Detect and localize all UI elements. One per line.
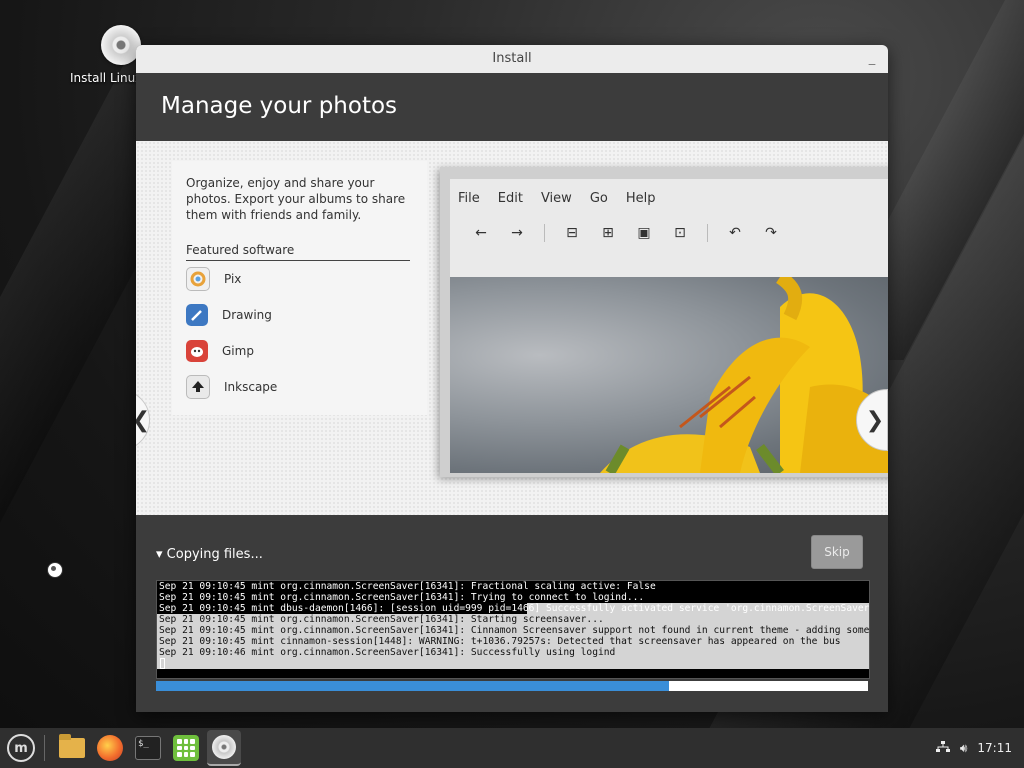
app-drawing: Drawing [186, 297, 413, 333]
files-launcher[interactable] [55, 731, 89, 765]
installer-task[interactable] [207, 730, 241, 766]
screenshot-toolbar: ← → ⊟ ⊞ ▣ ⊡ ↶ ↷ [450, 217, 888, 249]
menu-file: File [458, 190, 480, 206]
zoom-out-icon: ⊟ [566, 225, 578, 241]
window-title: Install [492, 51, 532, 66]
log-line: Sep 21 09:10:45 mint org.cinnamon.Screen… [159, 592, 645, 603]
network-icon[interactable] [935, 740, 950, 756]
busy-cursor-icon [47, 562, 63, 578]
system-tray: 🔊︎ 17:11 [926, 740, 1024, 756]
text-cursor [160, 658, 165, 669]
terminal-launcher[interactable]: $_ [131, 731, 165, 765]
firefox-launcher[interactable] [93, 731, 127, 765]
app-label: Inkscape [224, 380, 278, 394]
log-line: Sep 21 09:10:45 mint org.cinnamon.Screen… [157, 614, 869, 625]
rotate-left-icon: ↶ [729, 225, 741, 241]
volume-icon[interactable]: 🔊︎ [960, 741, 968, 756]
log-line: Sep 21 09:10:46 mint org.cinnamon.Screen… [157, 647, 869, 658]
install-status[interactable]: ▾ Copying files... [156, 547, 263, 562]
install-progress-bar [156, 681, 868, 691]
slide-heading: Manage your photos [136, 73, 888, 141]
zoom-in-icon: ⊞ [602, 225, 614, 241]
previous-slide-button[interactable]: ❮ [136, 389, 150, 451]
skip-button[interactable]: Skip [811, 535, 863, 569]
log-line: Sep 21 09:10:45 mint cinnamon-session[14… [157, 636, 869, 647]
lily-photo [450, 277, 888, 473]
info-panel: Organize, enjoy and share your photos. E… [172, 161, 427, 415]
firefox-icon [97, 735, 123, 761]
inkscape-icon [186, 375, 210, 399]
menu-go: Go [589, 190, 608, 206]
clock[interactable]: 17:11 [977, 741, 1012, 755]
taskbar-divider [44, 735, 45, 761]
slideshow: Organize, enjoy and share your photos. E… [136, 141, 888, 515]
mint-logo-icon: m [7, 734, 35, 762]
window-titlebar[interactable]: Install _ [136, 45, 888, 73]
taskbar: m $_ 🔊︎ 17:11 [0, 728, 1024, 768]
menu-edit: Edit [497, 190, 523, 206]
menu-button[interactable]: m [4, 731, 38, 765]
app-inkscape: Inkscape [186, 369, 413, 405]
zoom-original-icon: ▣ [637, 225, 651, 241]
installer-window: Install _ Manage your photos Organize, e… [136, 45, 888, 712]
menu-help: Help [625, 190, 656, 206]
disc-icon [101, 25, 141, 65]
gimp-icon [186, 340, 208, 362]
grid-app-icon [173, 735, 199, 761]
zoom-fit-icon: ⊡ [674, 225, 686, 241]
screenshot-menubar: File Edit View Go Help [450, 179, 888, 217]
log-line: Sep 21 09:10:45 mint org.cinnamon.Screen… [157, 625, 870, 636]
featured-software-title: Featured software [186, 243, 410, 261]
install-log[interactable]: Sep 21 09:10:45 mint org.cinnamon.Screen… [156, 580, 870, 679]
slide-description: Organize, enjoy and share your photos. E… [186, 176, 406, 222]
forward-arrow-icon: → [511, 225, 523, 241]
minimize-button[interactable]: _ [866, 45, 878, 73]
progress-fill [156, 681, 669, 691]
calculator-launcher[interactable] [169, 731, 203, 765]
app-label: Gimp [222, 344, 254, 358]
log-line: Sep 21 09:10:45 mint dbus-daemon[1466]: … [157, 603, 870, 614]
menu-view: View [540, 190, 572, 206]
drawing-icon [186, 304, 208, 326]
disc-icon [212, 735, 236, 759]
terminal-icon: $_ [135, 736, 161, 760]
app-label: Pix [224, 272, 242, 286]
rotate-right-icon: ↷ [765, 225, 777, 241]
pix-icon [186, 267, 210, 291]
app-screenshot: File Edit View Go Help ← → ⊟ ⊞ ▣ ⊡ ↶ ↷ [440, 167, 888, 477]
app-label: Drawing [222, 308, 272, 322]
folder-icon [59, 734, 85, 758]
back-arrow-icon: ← [475, 225, 487, 241]
log-cursor-line [157, 658, 869, 669]
app-gimp: Gimp [186, 333, 413, 369]
log-line: Sep 21 09:10:45 mint org.cinnamon.Screen… [159, 581, 656, 592]
app-pix: Pix [186, 261, 413, 297]
